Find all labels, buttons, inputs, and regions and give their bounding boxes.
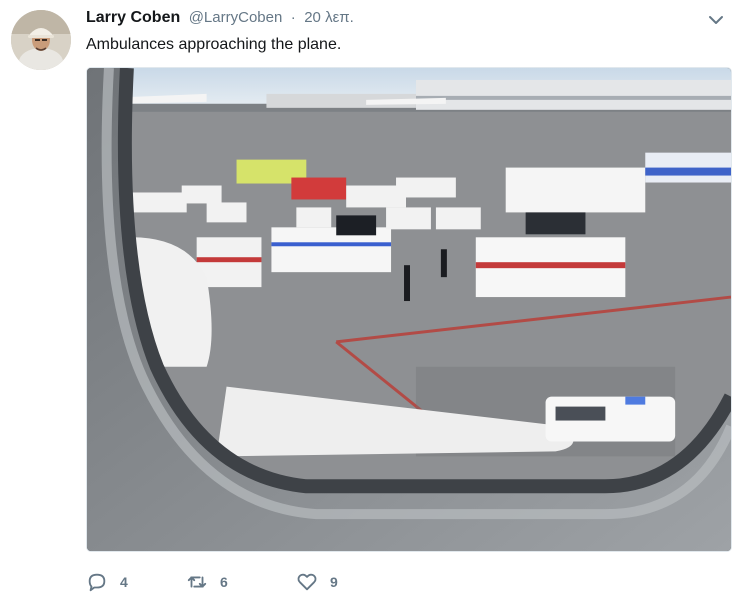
retweet-button[interactable]: 6 <box>186 571 296 593</box>
retweet-count: 6 <box>220 574 228 590</box>
tweet-timestamp[interactable]: 20 λεπ. <box>304 9 354 26</box>
reply-button[interactable]: 4 <box>86 571 186 593</box>
user-name[interactable]: Larry Coben <box>86 9 180 26</box>
tweet-actions: 4 6 9 <box>86 570 338 594</box>
separator-dot: · <box>290 9 296 26</box>
tweet-text: Ambulances approaching the plane. <box>86 36 342 53</box>
like-count: 9 <box>330 574 338 590</box>
reply-count: 4 <box>120 574 128 590</box>
user-handle[interactable]: @LarryCoben <box>189 9 283 26</box>
chevron-down-icon[interactable] <box>706 12 726 28</box>
heart-icon <box>297 573 317 591</box>
retweet-icon <box>187 576 207 588</box>
avatar[interactable] <box>11 10 71 70</box>
tweet-header: Larry Coben @LarryCoben · 20 λεπ. <box>86 8 354 28</box>
tweet-card[interactable]: Larry Coben @LarryCoben · 20 λεπ. Ambula… <box>0 0 735 608</box>
airport-window-photo <box>87 68 731 551</box>
reply-icon <box>88 573 106 592</box>
tweet-photo[interactable] <box>86 67 732 552</box>
avatar-image <box>11 10 71 70</box>
like-button[interactable]: 9 <box>296 571 338 593</box>
